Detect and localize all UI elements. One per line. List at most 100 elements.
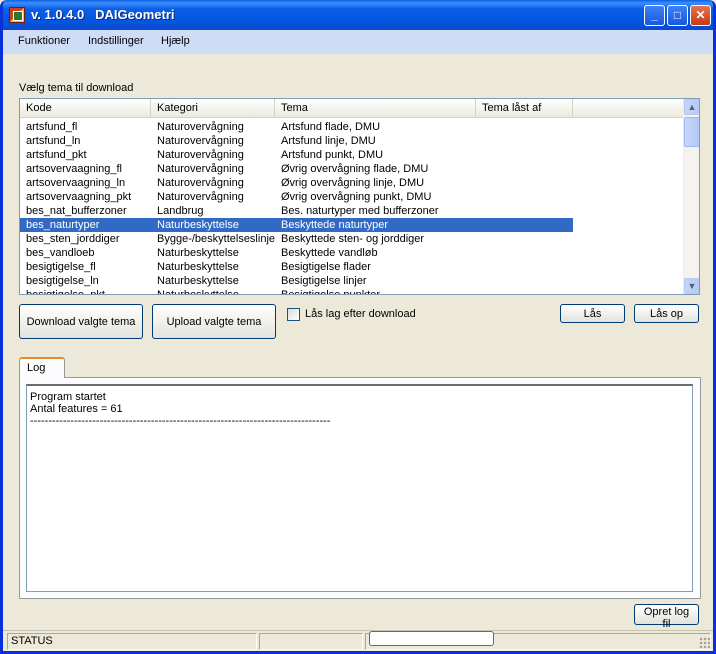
cell-tema: Artsfund linje, DMU: [281, 135, 376, 147]
cell-tema-laast-af: [476, 134, 573, 148]
cell-tema: Bes. naturtyper med bufferzoner: [281, 205, 439, 217]
log-separator: ----------------------------------------…: [30, 415, 330, 427]
cell-kode: artsfund_fl: [26, 121, 78, 133]
title-bar[interactable]: v. 1.0.4.0 DAIGeometri _ □ ✕: [3, 0, 713, 30]
cell-kategori: Naturbeskyttelse: [151, 218, 275, 232]
cell-kategori: Naturovervågning: [157, 191, 244, 203]
log-line: Program startet: [30, 391, 106, 403]
lock-after-download-checkbox[interactable]: [287, 308, 300, 321]
menu-indstillinger[interactable]: Indstillinger: [88, 35, 144, 47]
table-row[interactable]: artsovervaagning_ln Naturovervågning Øvrig…: [20, 176, 684, 190]
column-header-kode[interactable]: Kode: [20, 99, 151, 117]
status-bar: STATUS: [3, 630, 713, 651]
scrollbar-thumb[interactable]: [684, 117, 699, 147]
theme-list-label: Vælg tema til download: [19, 82, 134, 94]
lock-after-download-label: Lås lag efter download: [305, 308, 416, 320]
cell-kode: bes_vandloeb: [26, 247, 95, 259]
table-row[interactable]: artsfund_ln Naturovervågning Artsfund linj…: [20, 134, 684, 148]
cell-kategori: Bygge-/beskyttelseslinjer: [157, 233, 275, 245]
table-row[interactable]: besigtigelse_fl Naturbeskyttelse Besigtige…: [20, 260, 684, 274]
theme-list-scrollbar[interactable]: ▲ ▼: [683, 99, 699, 294]
cell-tema-laast-af: [476, 204, 573, 218]
tab-log[interactable]: Log: [19, 357, 65, 378]
cell-tema: Besigtigelse linjer: [281, 275, 367, 287]
cell-tema-laast-af: [476, 246, 573, 260]
cell-tema: Øvrig overvågning flade, DMU: [281, 163, 429, 175]
window-title: v. 1.0.4.0 DAIGeometri: [31, 7, 175, 22]
status-progress-bar: [369, 631, 494, 646]
table-row[interactable]: artsovervaagning_fl Naturovervågning Øvrig…: [20, 162, 684, 176]
cell-tema: Øvrig overvågning punkt, DMU: [281, 191, 432, 203]
cell-kategori: Naturovervågning: [157, 149, 244, 161]
cell-tema-laast-af: [476, 232, 573, 246]
cell-tema: Besigtigelse flader: [281, 261, 371, 273]
cell-tema: Besigtigelse punkter: [281, 289, 381, 295]
cell-kategori: Landbrug: [157, 205, 204, 217]
table-row[interactable]: artsovervaagning_pkt Naturovervågning Øvri…: [20, 190, 684, 204]
cell-kode: bes_sten_jorddiger: [26, 233, 120, 245]
cell-kategori: Naturbeskyttelse: [157, 247, 239, 259]
cell-tema: Beskyttede sten- og jorddiger: [281, 233, 425, 245]
cell-kode: artsfund_ln: [26, 135, 81, 147]
cell-tema: Beskyttede naturtyper: [275, 218, 573, 232]
chevron-down-icon[interactable]: ▼: [684, 278, 699, 294]
theme-list-header: Kode Kategori Tema Tema låst af: [20, 99, 684, 118]
menu-hjaelp[interactable]: Hjælp: [161, 35, 190, 47]
table-row[interactable]: besigtigelse_pkt Naturbeskyttelse Besigtig…: [20, 288, 684, 295]
cell-kategori: Naturovervågning: [157, 121, 244, 133]
app-icon[interactable]: [9, 7, 25, 23]
table-row[interactable]: bes_vandloeb Naturbeskyttelse Beskyttede v…: [20, 246, 684, 260]
table-row[interactable]: bes_naturtyper Naturbeskyttelse Beskyttede…: [20, 218, 684, 232]
status-label: STATUS: [7, 633, 257, 650]
cell-kategori: Naturbeskyttelse: [157, 275, 239, 287]
cell-tema: Artsfund punkt, DMU: [281, 149, 384, 161]
cell-tema: Artsfund flade, DMU: [281, 121, 381, 133]
cell-tema-laast-af: [476, 148, 573, 162]
menu-bar: Funktioner Indstillinger Hjælp: [3, 30, 713, 54]
cell-kategori: Naturovervågning: [157, 135, 244, 147]
cell-tema-laast-af: [476, 190, 573, 204]
cell-tema-laast-af: [476, 274, 573, 288]
cell-tema-laast-af: [476, 260, 573, 274]
table-row[interactable]: besigtigelse_ln Naturbeskyttelse Besigtige…: [20, 274, 684, 288]
cell-kategori: Naturbeskyttelse: [157, 289, 239, 295]
maximize-button[interactable]: □: [667, 5, 688, 26]
cell-kode: artsovervaagning_ln: [26, 177, 126, 189]
cell-kode: besigtigelse_fl: [26, 261, 96, 273]
create-log-file-button[interactable]: Opret log fil: [634, 604, 699, 630]
upload-button[interactable]: Upload valgte tema: [152, 304, 276, 339]
cell-kode: artsfund_pkt: [26, 149, 87, 161]
download-button[interactable]: Download valgte tema: [19, 304, 143, 339]
log-line: Antal features = 61: [30, 403, 123, 415]
table-row[interactable]: artsfund_fl Naturovervågning Artsfund flad…: [20, 120, 684, 134]
cell-kategori: Naturovervågning: [157, 177, 244, 189]
unlock-button[interactable]: Lås op: [634, 304, 699, 323]
minimize-button[interactable]: _: [644, 5, 665, 26]
cell-kode: bes_naturtyper: [20, 218, 151, 232]
table-row[interactable]: bes_nat_bufferzoner Landbrug Bes. naturtyp…: [20, 204, 684, 218]
cell-kategori: Naturbeskyttelse: [157, 261, 239, 273]
lock-button[interactable]: Lås: [560, 304, 625, 323]
column-header-tema[interactable]: Tema: [275, 99, 476, 117]
column-header-tema-laast-af[interactable]: Tema låst af: [476, 99, 573, 117]
cell-kategori: Naturovervågning: [157, 163, 244, 175]
status-panel-empty: [259, 633, 363, 650]
theme-list[interactable]: Kode Kategori Tema Tema låst af artsfund…: [19, 98, 700, 295]
cell-tema: Øvrig overvågning linje, DMU: [281, 177, 425, 189]
cell-kode: artsovervaagning_fl: [26, 163, 123, 175]
cell-kode: besigtigelse_pkt: [26, 289, 105, 295]
cell-kode: artsovervaagning_pkt: [26, 191, 132, 203]
cell-tema-laast-af: [476, 120, 573, 134]
cell-tema: Beskyttede vandløb: [281, 247, 378, 259]
resize-grip[interactable]: [699, 637, 711, 649]
close-button[interactable]: ✕: [690, 5, 711, 26]
cell-tema-laast-af: [476, 176, 573, 190]
table-row[interactable]: bes_sten_jorddiger Bygge-/beskyttelseslin…: [20, 232, 684, 246]
table-row[interactable]: artsfund_pkt Naturovervågning Artsfund pun…: [20, 148, 684, 162]
log-textbox[interactable]: Program startet Antal features = 61 ----…: [26, 384, 693, 592]
menu-funktioner[interactable]: Funktioner: [18, 35, 70, 47]
chevron-up-icon[interactable]: ▲: [684, 99, 699, 115]
app-window: v. 1.0.4.0 DAIGeometri _ □ ✕ Funktioner …: [0, 0, 716, 654]
cell-kode: besigtigelse_ln: [26, 275, 99, 287]
column-header-kategori[interactable]: Kategori: [151, 99, 275, 117]
